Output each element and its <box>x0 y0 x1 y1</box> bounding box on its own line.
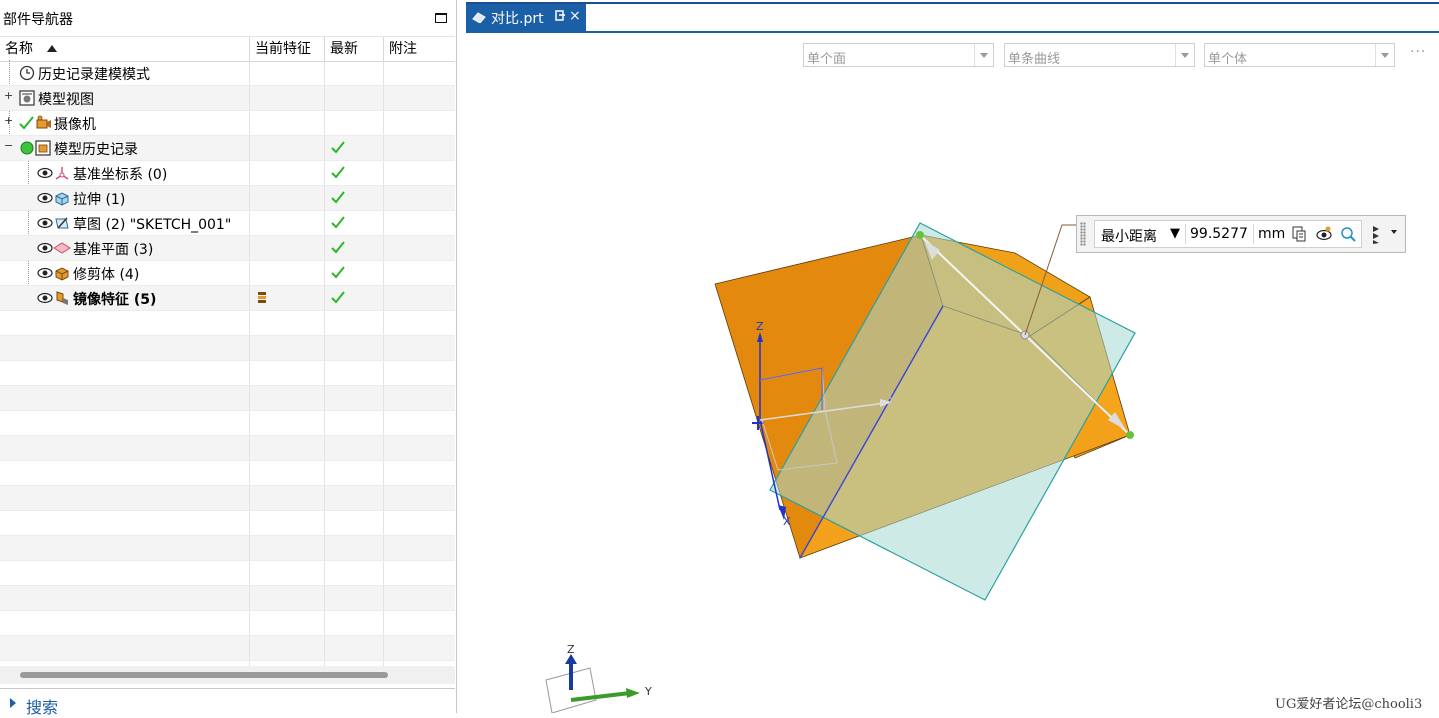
measure-field-group: 最小距离 ▼ 99.5277 mm <box>1094 220 1362 248</box>
copy-to-clipboard-icon[interactable] <box>1290 225 1308 243</box>
model-canvas <box>545 222 1136 713</box>
measure-options-icon[interactable] <box>1339 225 1357 243</box>
csys-y-label: Y <box>888 393 895 406</box>
measure-unit: mm <box>1258 226 1286 242</box>
measure-endpoint <box>916 231 924 239</box>
csys-z-label: Z <box>756 320 764 333</box>
measure-value: 99.5277 <box>1190 226 1248 242</box>
more-options-icon[interactable] <box>1372 224 1384 244</box>
measure-endpoint <box>1126 431 1134 439</box>
measure-popup: 最小距离 ▼ 99.5277 mm <box>1076 215 1406 253</box>
measure-type-select[interactable]: 最小距离 <box>1101 226 1157 246</box>
triad-y-label: Y <box>645 685 652 698</box>
show-hide-icon[interactable] <box>1315 225 1333 243</box>
watermark: UG爱好者论坛@chooli3 <box>1275 697 1423 712</box>
drag-handle[interactable] <box>1080 222 1086 246</box>
csys-x-label: X <box>783 515 791 528</box>
chevron-down-icon[interactable]: ▼ <box>1170 226 1180 241</box>
triad-z-label: Z <box>567 643 575 656</box>
chevron-down-icon[interactable] <box>1391 230 1397 234</box>
